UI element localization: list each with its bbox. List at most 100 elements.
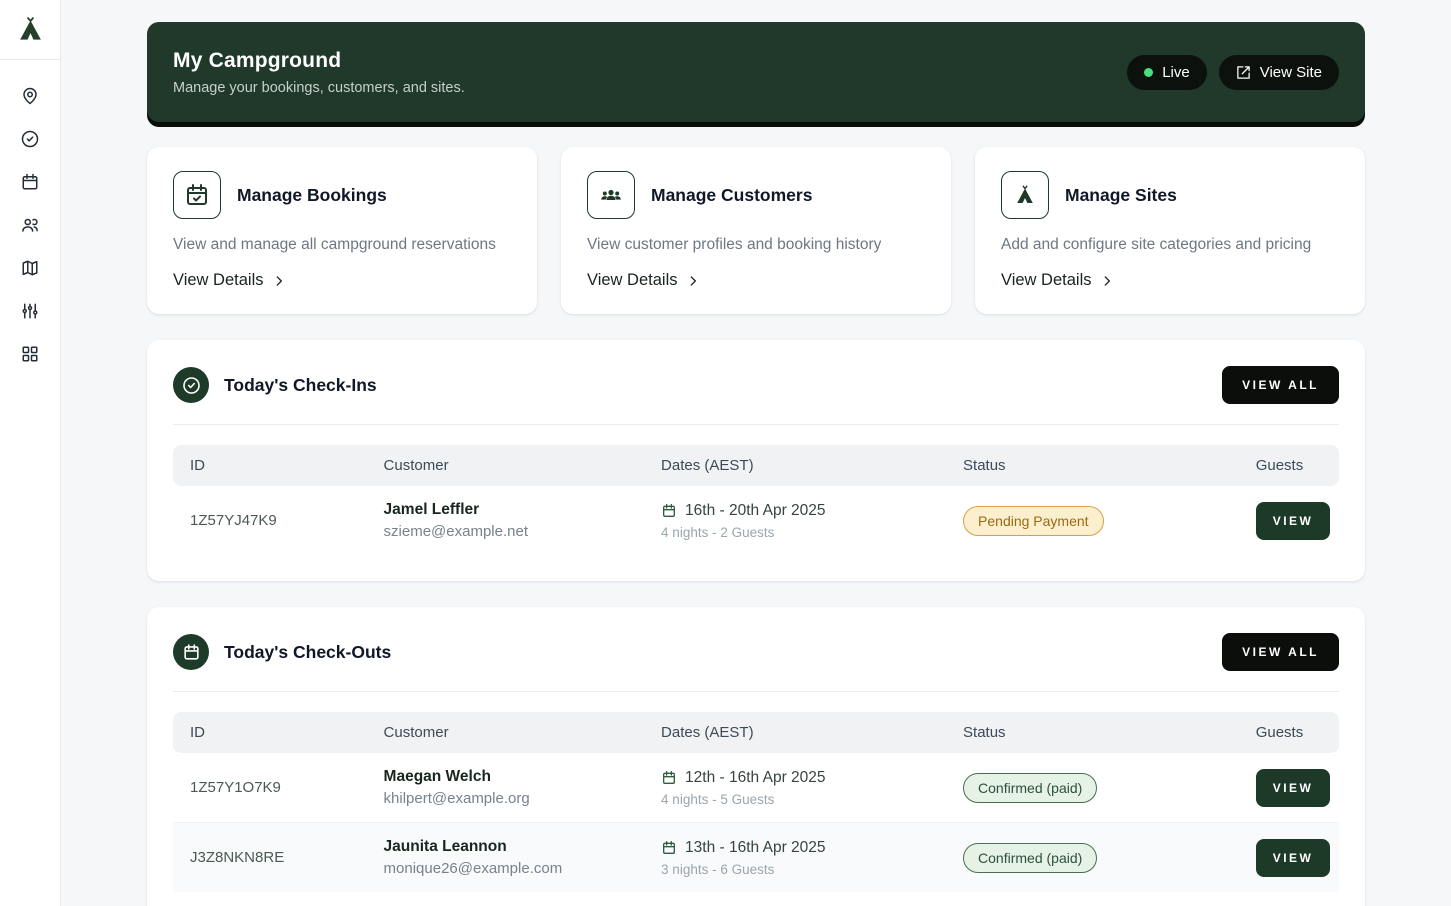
calendar-icon xyxy=(21,173,39,191)
map-icon xyxy=(21,259,39,277)
panel-icon-circle xyxy=(173,367,209,403)
sidebar-item-check-ins[interactable] xyxy=(21,130,39,148)
status-badge: Confirmed (paid) xyxy=(963,773,1097,803)
column-header-id: ID xyxy=(173,712,367,753)
status-badge: Pending Payment xyxy=(963,506,1104,536)
dates-text: 16th - 20th Apr 2025 xyxy=(685,502,825,520)
divider xyxy=(173,424,1339,425)
divider xyxy=(173,691,1339,692)
users-icon xyxy=(599,183,623,207)
panel-icon-circle xyxy=(173,634,209,670)
manage-sites-card: Manage Sites Add and configure site cate… xyxy=(975,147,1365,314)
card-icon-box xyxy=(173,171,221,219)
tent-icon xyxy=(17,16,44,43)
tent-icon xyxy=(1013,183,1037,207)
chevron-right-icon xyxy=(272,274,286,288)
main-content: My Campground Manage your bookings, cust… xyxy=(61,0,1451,906)
view-site-label: View Site xyxy=(1260,64,1322,81)
chevron-right-icon xyxy=(1100,274,1114,288)
status-badge: Confirmed (paid) xyxy=(963,843,1097,873)
view-details-link[interactable]: View Details xyxy=(173,271,286,290)
column-header-status: Status xyxy=(946,445,1239,486)
calendar-icon xyxy=(661,770,677,786)
card-title: Manage Customers xyxy=(651,185,812,206)
sidebar-item-settings[interactable] xyxy=(21,302,39,320)
table-row: 1Z57Y1O7K9 Maegan Welch khilpert@example… xyxy=(173,753,1339,823)
calendar-icon xyxy=(661,503,677,519)
live-label: Live xyxy=(1162,64,1190,81)
sidebar-item-customers[interactable] xyxy=(21,216,39,234)
dates-text: 12th - 16th Apr 2025 xyxy=(685,769,825,787)
table-header-row: ID Customer Dates (AEST) Status Guests xyxy=(173,445,1339,486)
chevron-right-icon xyxy=(686,274,700,288)
sidebar-item-dashboard[interactable] xyxy=(21,345,39,363)
live-status-badge: Live xyxy=(1127,55,1207,90)
table-row: J3Z8NKN8RE Jaunita Leannon monique26@exa… xyxy=(173,823,1339,893)
stay-details: 4 nights - 5 Guests xyxy=(661,792,929,807)
card-description: View customer profiles and booking histo… xyxy=(587,236,925,254)
sidebar-item-map[interactable] xyxy=(21,259,39,277)
page-subtitle: Manage your bookings, customers, and sit… xyxy=(173,80,465,96)
view-details-label: View Details xyxy=(1001,271,1091,290)
app-logo[interactable] xyxy=(0,0,60,60)
page-title: My Campground xyxy=(173,49,465,73)
card-description: Add and configure site categories and pr… xyxy=(1001,236,1339,254)
view-details-link[interactable]: View Details xyxy=(587,271,700,290)
sliders-icon xyxy=(21,302,39,320)
sidebar-nav xyxy=(0,60,60,363)
customer-email: khilpert@example.org xyxy=(384,790,628,807)
card-icon-box xyxy=(587,171,635,219)
sidebar-item-map-pin[interactable] xyxy=(21,87,39,105)
users-icon xyxy=(21,216,39,234)
view-all-button[interactable]: VIEW ALL xyxy=(1222,366,1339,404)
customer-name: Jaunita Leannon xyxy=(384,838,628,856)
view-button[interactable]: VIEW xyxy=(1256,502,1331,540)
card-title: Manage Bookings xyxy=(237,185,387,206)
view-button[interactable]: VIEW xyxy=(1256,839,1331,877)
manage-customers-card: Manage Customers View customer profiles … xyxy=(561,147,951,314)
column-header-dates: Dates (AEST) xyxy=(644,712,946,753)
section-title: Today's Check-Ins xyxy=(224,375,1222,396)
table-header-row: ID Customer Dates (AEST) Status Guests xyxy=(173,712,1339,753)
column-header-status: Status xyxy=(946,712,1239,753)
customer-email: szieme@example.net xyxy=(384,523,628,540)
sidebar-item-bookings[interactable] xyxy=(21,173,39,191)
stay-details: 4 nights - 2 Guests xyxy=(661,525,929,540)
check-circle-icon xyxy=(21,130,39,148)
column-header-id: ID xyxy=(173,445,367,486)
map-pin-icon xyxy=(21,87,39,105)
section-title: Today's Check-Outs xyxy=(224,642,1222,663)
card-icon-box xyxy=(1001,171,1049,219)
card-title: Manage Sites xyxy=(1065,185,1177,206)
calendar-check-icon xyxy=(185,183,209,207)
customer-email: monique26@example.com xyxy=(384,860,628,877)
calendar-icon xyxy=(661,840,677,856)
column-header-guests: Guests xyxy=(1239,445,1339,486)
view-all-button[interactable]: VIEW ALL xyxy=(1222,633,1339,671)
column-header-dates: Dates (AEST) xyxy=(644,445,946,486)
live-dot-icon xyxy=(1144,68,1153,77)
booking-id: 1Z57Y1O7K9 xyxy=(173,753,367,823)
view-button[interactable]: VIEW xyxy=(1256,769,1331,807)
table-row: 1Z57YJ47K9 Jamel Leffler szieme@example.… xyxy=(173,486,1339,555)
card-description: View and manage all campground reservati… xyxy=(173,236,511,254)
external-link-icon xyxy=(1236,65,1251,80)
stay-details: 3 nights - 6 Guests xyxy=(661,862,929,877)
checkins-table: ID Customer Dates (AEST) Status Guests 1… xyxy=(173,445,1339,555)
calendar-icon xyxy=(182,643,201,662)
check-circle-icon xyxy=(182,376,201,395)
view-details-label: View Details xyxy=(587,271,677,290)
sidebar xyxy=(0,0,61,906)
column-header-customer: Customer xyxy=(367,712,645,753)
dates-text: 13th - 16th Apr 2025 xyxy=(685,839,825,857)
checkouts-table: ID Customer Dates (AEST) Status Guests 1… xyxy=(173,712,1339,892)
view-details-label: View Details xyxy=(173,271,263,290)
checkouts-panel: Today's Check-Outs VIEW ALL ID Customer … xyxy=(147,607,1365,906)
booking-id: 1Z57YJ47K9 xyxy=(173,486,367,555)
quick-action-cards: Manage Bookings View and manage all camp… xyxy=(147,147,1365,314)
checkins-panel: Today's Check-Ins VIEW ALL ID Customer D… xyxy=(147,340,1365,581)
view-details-link[interactable]: View Details xyxy=(1001,271,1114,290)
view-site-button[interactable]: View Site xyxy=(1219,55,1339,90)
column-header-customer: Customer xyxy=(367,445,645,486)
page-header: My Campground Manage your bookings, cust… xyxy=(147,22,1365,122)
